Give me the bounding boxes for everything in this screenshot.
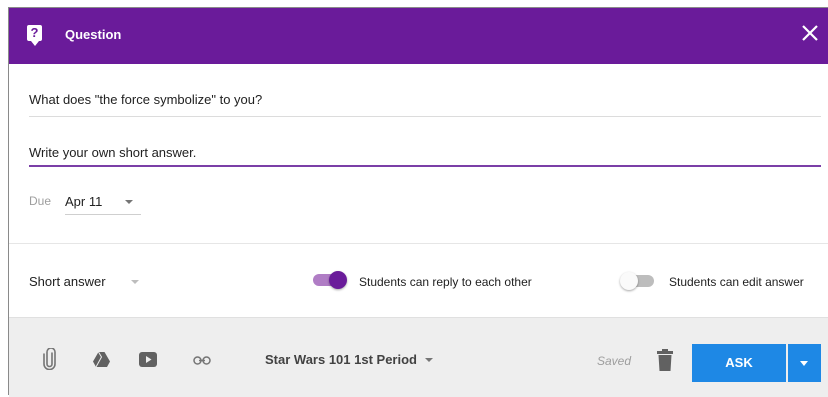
ask-button[interactable]: ASK [692,344,786,382]
question-dialog: ? Question What does "the force symboliz… [8,7,828,397]
divider [9,243,828,244]
due-date-value: Apr 11 [65,194,103,209]
answer-text: Write your own short answer. [29,145,197,160]
chevron-down-icon [131,280,139,284]
question-bubble-icon: ? [27,25,42,46]
question-type-dropdown[interactable]: Short answer [29,274,139,289]
google-drive-icon[interactable] [93,352,110,367]
class-selector[interactable]: Star Wars 101 1st Period [265,352,433,367]
due-date-dropdown[interactable]: Apr 11 [65,192,141,215]
question-text: What does "the force symbolize" to you? [29,92,263,107]
question-type-value: Short answer [29,274,106,289]
answer-input[interactable]: Write your own short answer. [29,145,821,167]
dialog-footer: Star Wars 101 1st Period Saved ASK [9,317,828,397]
question-input[interactable]: What does "the force symbolize" to you? [29,92,821,117]
youtube-icon[interactable] [139,352,157,367]
chevron-down-icon [800,361,808,366]
class-name: Star Wars 101 1st Period [265,352,417,367]
chevron-down-icon [125,200,133,204]
due-label: Due [29,194,52,208]
edit-toggle-label: Students can edit answer [669,275,804,289]
save-status: Saved [597,354,632,368]
due-date-row: Due Apr 11 [29,194,141,215]
trash-icon[interactable] [657,349,673,371]
chevron-down-icon [424,358,433,362]
dialog-title: Question [65,27,122,42]
dialog-header: ? Question [9,8,828,64]
reply-toggle[interactable] [311,270,347,290]
toggle-knob [329,271,347,289]
edit-toggle[interactable] [620,271,656,291]
paperclip-icon[interactable] [43,348,57,370]
reply-toggle-label: Students can reply to each other [359,275,532,289]
toggle-knob [620,272,638,290]
link-icon[interactable] [193,356,211,365]
ask-options-button[interactable] [788,344,821,382]
close-icon[interactable] [798,21,822,45]
